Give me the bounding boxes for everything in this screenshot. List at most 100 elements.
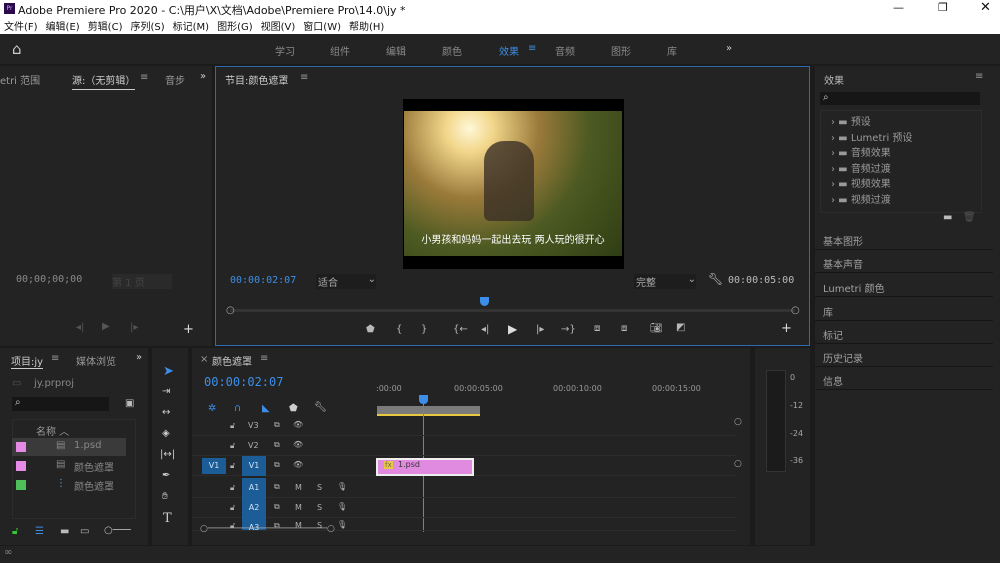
lock-icon[interactable]: 🔓︎: [230, 483, 235, 493]
microphone-icon[interactable]: 🎙︎: [337, 482, 347, 491]
tree-item-presets[interactable]: › ▬ 预设: [831, 113, 871, 128]
comparison-view-icon[interactable]: ◩: [676, 322, 685, 333]
eye-icon[interactable]: 👁︎: [293, 420, 303, 429]
step-forward-icon[interactable]: |▸: [536, 324, 544, 335]
minimize-button[interactable]: —: [893, 1, 904, 14]
program-scrub-bar[interactable]: [230, 309, 795, 312]
workspace-graphics[interactable]: 图形: [611, 43, 631, 58]
workspace-menu-icon[interactable]: ≡: [528, 43, 536, 54]
tab-lumetri-scopes[interactable]: etri 范围: [0, 72, 40, 87]
sequence-tab[interactable]: 颜色遮罩: [212, 353, 252, 368]
zoom-slider[interactable]: ○───: [104, 525, 131, 536]
panel-menu-icon[interactable]: ≡: [975, 71, 983, 82]
track-target-v1[interactable]: V1: [242, 456, 266, 476]
scrub-end-handle[interactable]: ○: [791, 305, 800, 316]
effects-search-input[interactable]: ⌕: [820, 92, 980, 105]
section-essential-sound[interactable]: 基本声音: [815, 250, 993, 273]
tab-audio[interactable]: 音步: [165, 72, 185, 87]
workspace-editing[interactable]: 编辑: [386, 43, 406, 58]
lock-icon[interactable]: 🔓︎: [230, 503, 235, 513]
close-sequence-icon[interactable]: ×: [200, 354, 208, 365]
tree-item-video-transitions[interactable]: › ▬ 视频过渡: [831, 191, 891, 206]
tree-item-audio-transitions[interactable]: › ▬ 音频过渡: [831, 160, 891, 175]
slip-tool-icon[interactable]: |↔|: [160, 449, 175, 460]
menu-clip[interactable]: 剪辑(C): [88, 22, 123, 33]
track-select-tool-icon[interactable]: ⇥: [162, 386, 170, 397]
toggle-sync-icon[interactable]: ⧉: [274, 420, 280, 430]
source-patch-v1[interactable]: V1: [202, 458, 226, 474]
section-lumetri-color[interactable]: Lumetri 颜色: [815, 274, 993, 297]
workspace-color[interactable]: 颜色: [442, 43, 462, 58]
add-marker-icon[interactable]: ⬟: [289, 403, 298, 414]
microphone-icon[interactable]: 🎙︎: [337, 520, 347, 529]
hand-tool-icon[interactable]: ✋︎: [162, 491, 168, 502]
lift-icon[interactable]: ⧈: [594, 323, 600, 334]
go-to-out-icon[interactable]: →}: [561, 324, 576, 335]
tab-project[interactable]: 项目:jy: [11, 353, 44, 369]
timeline-playhead[interactable]: [418, 395, 428, 404]
add-marker-icon[interactable]: ⬟: [366, 324, 375, 335]
workspace-learn[interactable]: 学习: [275, 43, 295, 58]
linked-selection-icon[interactable]: ◣: [262, 403, 270, 414]
go-to-in-icon[interactable]: {←: [453, 324, 468, 335]
new-search-bin-icon[interactable]: ▣: [125, 398, 134, 409]
play-icon[interactable]: ▶: [508, 322, 517, 336]
panel-menu-icon[interactable]: ≡: [51, 353, 59, 364]
workspace-assembly[interactable]: 组件: [330, 43, 350, 58]
section-info[interactable]: 信息: [815, 367, 993, 390]
video-scroll-handle[interactable]: ○: [734, 417, 742, 427]
toggle-sync-icon[interactable]: ⧉: [274, 482, 280, 492]
menu-help[interactable]: 帮助(H): [349, 22, 384, 33]
wrench-icon[interactable]: 🔧︎: [314, 402, 327, 413]
eye-icon[interactable]: 👁︎: [293, 460, 303, 469]
section-history[interactable]: 历史记录: [815, 344, 993, 367]
project-item-1psd[interactable]: ▤ 1.psd: [12, 438, 126, 456]
more-panels-button[interactable]: »: [136, 352, 142, 363]
workspace-more[interactable]: »: [726, 43, 732, 54]
mute-button[interactable]: M: [295, 503, 302, 512]
solo-button[interactable]: S: [317, 503, 322, 512]
clip-1psd[interactable]: fx 1.psd: [376, 458, 474, 476]
workspace-audio[interactable]: 音频: [555, 43, 575, 58]
type-tool-icon[interactable]: T: [163, 511, 172, 526]
home-icon[interactable]: ⌂: [12, 40, 22, 58]
panel-menu-icon[interactable]: ≡: [260, 353, 268, 364]
work-area-bar[interactable]: [377, 406, 480, 416]
list-view-icon[interactable]: ☰: [35, 526, 44, 537]
lock-icon[interactable]: 🔓︎: [12, 526, 18, 537]
zoom-fit-select[interactable]: 适合 ⌄: [316, 274, 376, 289]
icon-view-icon[interactable]: ▬: [60, 526, 69, 537]
add-button-icon[interactable]: +: [183, 322, 194, 337]
workspace-libraries[interactable]: 库: [667, 43, 677, 58]
project-item-color-matte[interactable]: ▤ 颜色遮罩: [12, 457, 126, 475]
toggle-sync-icon[interactable]: ⧉: [274, 460, 280, 470]
creative-cloud-icon[interactable]: ∞: [4, 547, 12, 558]
toggle-sync-icon[interactable]: ⧉: [274, 440, 280, 450]
lock-icon[interactable]: 🔓︎: [230, 461, 235, 471]
mute-button[interactable]: M: [295, 483, 302, 492]
menu-file[interactable]: 文件(F): [4, 22, 38, 33]
step-back-icon[interactable]: ◂|: [481, 324, 489, 335]
project-search-input[interactable]: ⌕: [12, 397, 109, 411]
tab-media-browser[interactable]: 媒体浏览: [76, 353, 116, 368]
lock-icon[interactable]: 🔓︎: [230, 441, 235, 451]
tab-source[interactable]: 源:（无剪辑）: [72, 72, 136, 90]
tree-item-video-effects[interactable]: › ▬ 视频效果: [831, 175, 891, 190]
step-forward-icon[interactable]: |▸: [130, 322, 138, 333]
ripple-edit-tool-icon[interactable]: ↔: [162, 407, 170, 418]
more-panels-button[interactable]: »: [200, 71, 206, 82]
project-item-sequence[interactable]: ⋮ 颜色遮罩: [12, 476, 126, 494]
add-button-icon[interactable]: +: [781, 321, 792, 336]
menu-graphics[interactable]: 图形(G): [217, 22, 253, 33]
eye-icon[interactable]: 👁︎: [293, 440, 303, 449]
restore-button[interactable]: ❐: [938, 1, 948, 14]
menu-window[interactable]: 窗口(W): [303, 22, 341, 33]
step-back-icon[interactable]: ◂|: [76, 322, 84, 333]
horizontal-zoom-scrollbar[interactable]: ○──────────────────────○: [200, 524, 335, 534]
close-button[interactable]: ✕: [980, 0, 991, 15]
mark-in-icon[interactable]: {: [396, 324, 402, 335]
program-playhead[interactable]: [480, 297, 490, 306]
video-scroll-handle[interactable]: ○: [734, 459, 742, 469]
section-libraries[interactable]: 库: [815, 298, 993, 321]
selection-tool-icon[interactable]: ➤: [163, 364, 174, 379]
